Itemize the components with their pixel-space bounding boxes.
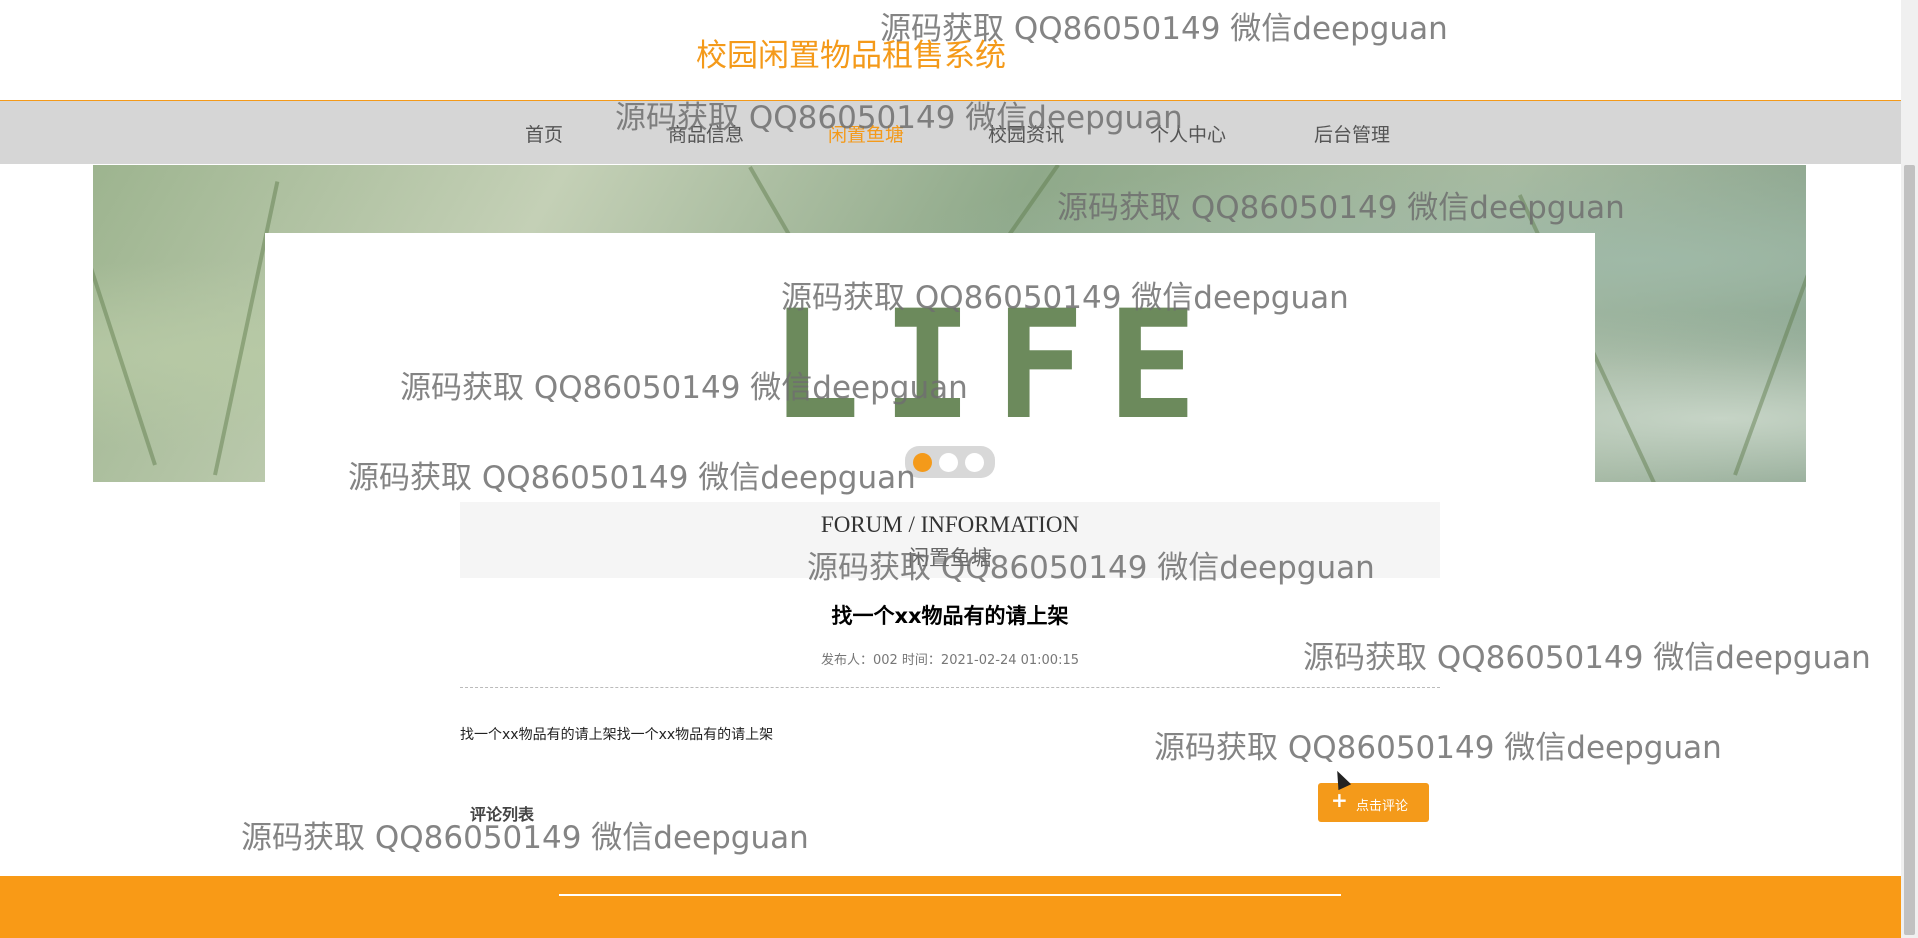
post-divider	[460, 687, 1440, 688]
carousel-indicators	[905, 446, 995, 478]
grass-decoration	[1733, 211, 1806, 476]
add-comment-button[interactable]: + 点击评论	[1318, 783, 1429, 822]
add-comment-label: 点击评论	[1356, 799, 1409, 814]
carousel-dot-2[interactable]	[939, 453, 958, 472]
carousel-dot-3[interactable]	[965, 453, 984, 472]
watermark: 源码获取 QQ86050149 微信deepguan	[1154, 730, 1722, 766]
grass-decoration	[93, 217, 157, 466]
site-footer	[0, 876, 1901, 938]
section-heading: FORUM / INFORMATION 闲置鱼塘	[460, 502, 1440, 578]
nav-item-personal-center[interactable]: 个人中心	[1150, 120, 1226, 147]
footer-divider	[559, 894, 1341, 896]
nav-item-admin[interactable]: 后台管理	[1314, 120, 1390, 147]
post-title: 找一个xx物品有的请上架	[831, 604, 1069, 628]
banner-life-word: LIFE	[770, 279, 1220, 453]
vertical-scrollbar[interactable]	[1901, 0, 1918, 938]
section-title-en: FORUM / INFORMATION	[820, 512, 1080, 537]
site-header: 校园闲置物品租售系统	[0, 0, 1901, 101]
nav-item-products[interactable]: 商品信息	[668, 120, 744, 147]
site-title: 校园闲置物品租售系统	[696, 38, 1006, 74]
post-content: 找一个xx物品有的请上架找一个xx物品有的请上架	[460, 727, 774, 743]
main-nav: 首页 商品信息 闲置鱼塘 校园资讯 个人中心 后台管理	[0, 101, 1901, 164]
plus-icon: +	[1331, 788, 1348, 812]
carousel-dot-1[interactable]	[913, 453, 932, 472]
scrollbar-thumb[interactable]	[1904, 165, 1915, 935]
banner-card: LIFE	[265, 233, 1595, 482]
comment-list-title: 评论列表	[470, 805, 535, 824]
section-title-cn: 闲置鱼塘	[908, 546, 992, 570]
banner-carousel[interactable]: LIFE	[93, 165, 1806, 482]
nav-item-campus-news[interactable]: 校园资讯	[988, 120, 1064, 147]
post-meta: 发布人：002 时间：2021-02-24 01:00:15	[820, 653, 1079, 668]
nav-item-idle-pond[interactable]: 闲置鱼塘	[828, 120, 904, 147]
nav-item-home[interactable]: 首页	[525, 120, 563, 147]
